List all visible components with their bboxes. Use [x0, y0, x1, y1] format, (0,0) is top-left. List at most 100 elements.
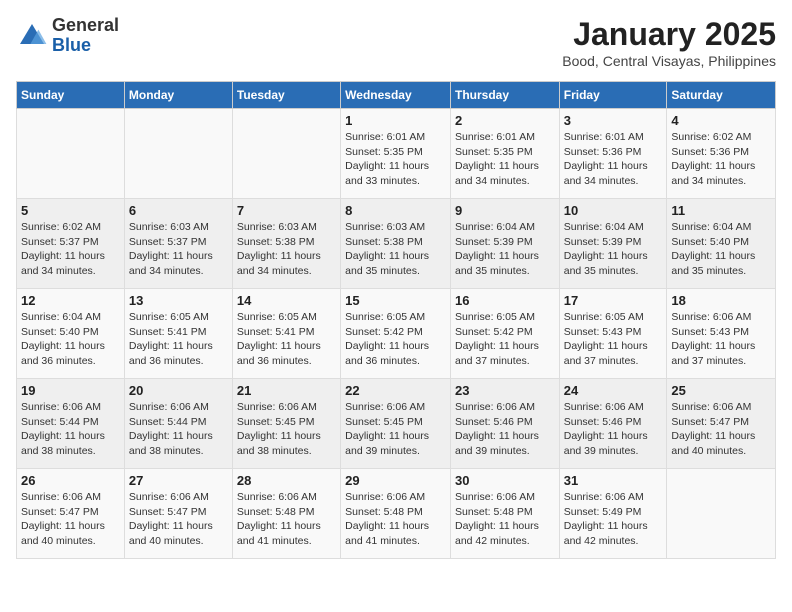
header-saturday: Saturday [667, 82, 776, 109]
logo-icon [16, 20, 48, 52]
day-number: 25 [671, 383, 771, 398]
calendar-cell: 26Sunrise: 6:06 AMSunset: 5:47 PMDayligh… [17, 469, 125, 559]
day-info: Sunrise: 6:02 AMSunset: 5:37 PMDaylight:… [21, 220, 120, 279]
day-number: 29 [345, 473, 446, 488]
day-info: Sunrise: 6:06 AMSunset: 5:43 PMDaylight:… [671, 310, 771, 369]
calendar-cell: 22 Sunrise: 6:06 AMSunset: 5:45 PMDayligh… [341, 379, 451, 469]
day-info: Sunrise: 6:04 AMSunset: 5:39 PMDaylight:… [564, 220, 663, 279]
day-number: 28 [237, 473, 336, 488]
calendar-cell: 21 Sunrise: 6:06 AMSunset: 5:45 PMDayligh… [232, 379, 340, 469]
calendar-week-2: 5 Sunrise: 6:02 AMSunset: 5:37 PMDaylight… [17, 199, 776, 289]
calendar-cell: 25 Sunrise: 6:06 AMSunset: 5:47 PMDayligh… [667, 379, 776, 469]
calendar-cell: 8 Sunrise: 6:03 AMSunset: 5:38 PMDaylight… [341, 199, 451, 289]
day-info: Sunrise: 6:03 AMSunset: 5:37 PMDaylight:… [129, 220, 228, 279]
calendar-cell: 2Sunrise: 6:01 AMSunset: 5:35 PMDaylight… [450, 109, 559, 199]
day-info: Sunrise: 6:01 AMSunset: 5:36 PMDaylight:… [564, 130, 663, 189]
day-number: 7 [237, 203, 336, 218]
day-number: 18 [671, 293, 771, 308]
day-info: Sunrise: 6:04 AMSunset: 5:39 PMDaylight:… [455, 220, 555, 279]
day-info: Sunrise: 6:01 AMSunset: 5:35 PMDaylight:… [345, 130, 446, 189]
day-number: 10 [564, 203, 663, 218]
day-number: 15 [345, 293, 446, 308]
page-header: General Blue January 2025 Bood, Central … [16, 16, 776, 69]
day-number: 1 [345, 113, 446, 128]
day-number: 22 [345, 383, 446, 398]
calendar-cell: 5 Sunrise: 6:02 AMSunset: 5:37 PMDaylight… [17, 199, 125, 289]
header-friday: Friday [559, 82, 667, 109]
day-info: Sunrise: 6:06 AMSunset: 5:47 PMDaylight:… [21, 490, 120, 549]
header-tuesday: Tuesday [232, 82, 340, 109]
day-number: 17 [564, 293, 663, 308]
calendar-cell [17, 109, 125, 199]
calendar-cell: 14Sunrise: 6:05 AMSunset: 5:41 PMDayligh… [232, 289, 340, 379]
header-thursday: Thursday [450, 82, 559, 109]
day-info: Sunrise: 6:01 AMSunset: 5:35 PMDaylight:… [455, 130, 555, 189]
calendar-cell: 24Sunrise: 6:06 AMSunset: 5:46 PMDayligh… [559, 379, 667, 469]
day-number: 5 [21, 203, 120, 218]
calendar-cell: 31 Sunrise: 6:06 AMSunset: 5:49 PMDayligh… [559, 469, 667, 559]
header-sunday: Sunday [17, 82, 125, 109]
calendar-week-5: 26Sunrise: 6:06 AMSunset: 5:47 PMDayligh… [17, 469, 776, 559]
calendar-week-4: 19 Sunrise: 6:06 AMSunset: 5:44 PMDayligh… [17, 379, 776, 469]
day-info: Sunrise: 6:06 AMSunset: 5:44 PMDaylight:… [21, 400, 120, 459]
day-info: Sunrise: 6:05 AMSunset: 5:42 PMDaylight:… [455, 310, 555, 369]
day-info: Sunrise: 6:05 AMSunset: 5:42 PMDaylight:… [345, 310, 446, 369]
day-number: 23 [455, 383, 555, 398]
logo: General Blue [16, 16, 119, 56]
day-number: 6 [129, 203, 228, 218]
calendar-cell: 18 Sunrise: 6:06 AMSunset: 5:43 PMDayligh… [667, 289, 776, 379]
title-area: January 2025 Bood, Central Visayas, Phil… [562, 16, 776, 69]
day-number: 27 [129, 473, 228, 488]
day-info: Sunrise: 6:06 AMSunset: 5:47 PMDaylight:… [129, 490, 228, 549]
calendar-cell [124, 109, 232, 199]
calendar-cell: 30 Sunrise: 6:06 AMSunset: 5:48 PMDayligh… [450, 469, 559, 559]
calendar-header: Sunday Monday Tuesday Wednesday Thursday… [17, 82, 776, 109]
calendar-cell: 16Sunrise: 6:05 AMSunset: 5:42 PMDayligh… [450, 289, 559, 379]
calendar-cell: 29Sunrise: 6:06 AMSunset: 5:48 PMDayligh… [341, 469, 451, 559]
calendar-cell [667, 469, 776, 559]
header-row: Sunday Monday Tuesday Wednesday Thursday… [17, 82, 776, 109]
day-number: 4 [671, 113, 771, 128]
day-number: 19 [21, 383, 120, 398]
day-info: Sunrise: 6:06 AMSunset: 5:45 PMDaylight:… [345, 400, 446, 459]
day-number: 21 [237, 383, 336, 398]
header-monday: Monday [124, 82, 232, 109]
day-number: 14 [237, 293, 336, 308]
day-number: 20 [129, 383, 228, 398]
day-info: Sunrise: 6:06 AMSunset: 5:46 PMDaylight:… [564, 400, 663, 459]
calendar-cell: 7 Sunrise: 6:03 AMSunset: 5:38 PMDaylight… [232, 199, 340, 289]
day-info: Sunrise: 6:06 AMSunset: 5:44 PMDaylight:… [129, 400, 228, 459]
day-info: Sunrise: 6:05 AMSunset: 5:41 PMDaylight:… [129, 310, 228, 369]
calendar-week-1: 1 Sunrise: 6:01 AMSunset: 5:35 PMDaylight… [17, 109, 776, 199]
day-number: 8 [345, 203, 446, 218]
calendar-cell: 1 Sunrise: 6:01 AMSunset: 5:35 PMDaylight… [341, 109, 451, 199]
calendar-cell: 27 Sunrise: 6:06 AMSunset: 5:47 PMDayligh… [124, 469, 232, 559]
calendar-subtitle: Bood, Central Visayas, Philippines [562, 53, 776, 69]
calendar-cell: 15 Sunrise: 6:05 AMSunset: 5:42 PMDayligh… [341, 289, 451, 379]
calendar-cell: 20 Sunrise: 6:06 AMSunset: 5:44 PMDayligh… [124, 379, 232, 469]
day-number: 3 [564, 113, 663, 128]
day-info: Sunrise: 6:06 AMSunset: 5:48 PMDaylight:… [237, 490, 336, 549]
calendar-cell: 12 Sunrise: 6:04 AMSunset: 5:40 PMDayligh… [17, 289, 125, 379]
calendar-cell: 23Sunrise: 6:06 AMSunset: 5:46 PMDayligh… [450, 379, 559, 469]
calendar-cell: 6 Sunrise: 6:03 AMSunset: 5:37 PMDaylight… [124, 199, 232, 289]
day-info: Sunrise: 6:06 AMSunset: 5:45 PMDaylight:… [237, 400, 336, 459]
calendar-cell: 4 Sunrise: 6:02 AMSunset: 5:36 PMDaylight… [667, 109, 776, 199]
day-info: Sunrise: 6:04 AMSunset: 5:40 PMDaylight:… [21, 310, 120, 369]
day-info: Sunrise: 6:06 AMSunset: 5:48 PMDaylight:… [455, 490, 555, 549]
day-info: Sunrise: 6:02 AMSunset: 5:36 PMDaylight:… [671, 130, 771, 189]
day-info: Sunrise: 6:03 AMSunset: 5:38 PMDaylight:… [345, 220, 446, 279]
day-number: 12 [21, 293, 120, 308]
calendar-cell [232, 109, 340, 199]
calendar-cell: 13Sunrise: 6:05 AMSunset: 5:41 PMDayligh… [124, 289, 232, 379]
day-info: Sunrise: 6:06 AMSunset: 5:47 PMDaylight:… [671, 400, 771, 459]
day-number: 30 [455, 473, 555, 488]
calendar-body: 1 Sunrise: 6:01 AMSunset: 5:35 PMDaylight… [17, 109, 776, 559]
day-info: Sunrise: 6:06 AMSunset: 5:49 PMDaylight:… [564, 490, 663, 549]
calendar-cell: 10 Sunrise: 6:04 AMSunset: 5:39 PMDayligh… [559, 199, 667, 289]
calendar-cell: 17Sunrise: 6:05 AMSunset: 5:43 PMDayligh… [559, 289, 667, 379]
day-info: Sunrise: 6:03 AMSunset: 5:38 PMDaylight:… [237, 220, 336, 279]
calendar-cell: 3 Sunrise: 6:01 AMSunset: 5:36 PMDaylight… [559, 109, 667, 199]
day-number: 31 [564, 473, 663, 488]
day-number: 11 [671, 203, 771, 218]
